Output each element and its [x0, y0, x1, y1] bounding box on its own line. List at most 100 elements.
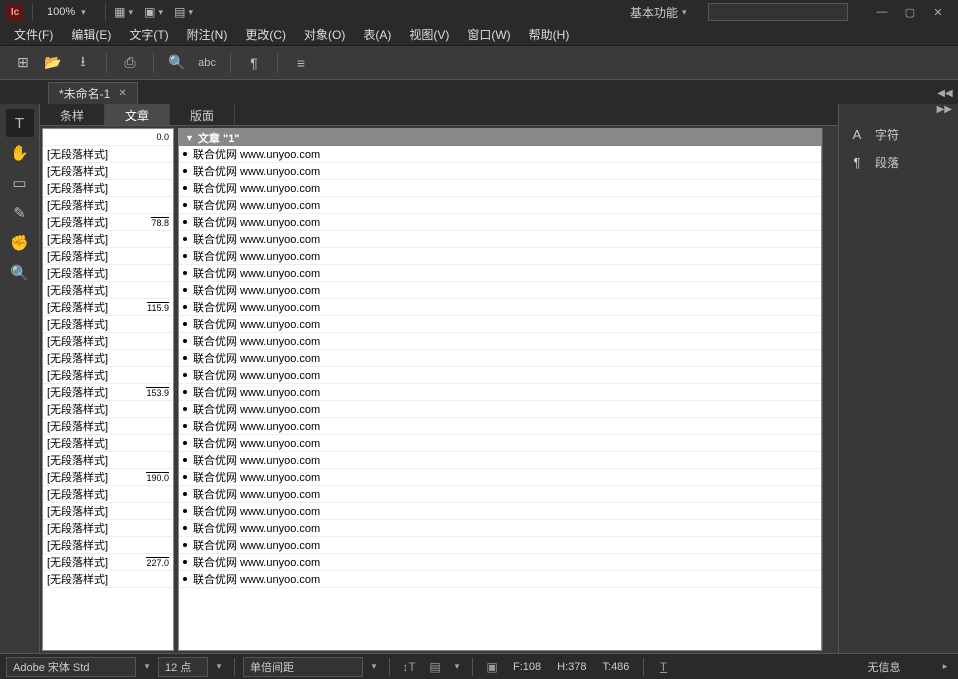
content-row[interactable]: 联合优网 www.unyoo.com: [179, 520, 821, 537]
save-icon[interactable]: ⭳: [70, 50, 96, 76]
content-row[interactable]: 联合优网 www.unyoo.com: [179, 571, 821, 588]
style-row[interactable]: [无段落样式]: [43, 265, 173, 282]
style-row[interactable]: [无段落样式]: [43, 316, 173, 333]
style-row[interactable]: [无段落样式]: [43, 282, 173, 299]
open-icon[interactable]: 📂: [40, 50, 66, 76]
content-row[interactable]: 联合优网 www.unyoo.com: [179, 554, 821, 571]
style-row[interactable]: [无段落样式]78.8: [43, 214, 173, 231]
chevron-down-icon[interactable]: ▾: [450, 661, 464, 672]
panel-item[interactable]: A字符: [839, 120, 958, 148]
content-row[interactable]: 联合优网 www.unyoo.com: [179, 367, 821, 384]
style-row[interactable]: [无段落样式]190.0: [43, 469, 173, 486]
menu-item[interactable]: 视图(V): [401, 24, 457, 45]
style-row[interactable]: [无段落样式]: [43, 197, 173, 214]
search-input[interactable]: [708, 3, 848, 21]
font-family-field[interactable]: Adobe 宋体 Std: [6, 657, 136, 677]
minimize-button[interactable]: —: [868, 2, 896, 22]
document-tab[interactable]: *未命名-1 ✕: [48, 82, 138, 104]
menu-item[interactable]: 帮助(H): [521, 24, 578, 45]
style-row[interactable]: [无段落样式]: [43, 146, 173, 163]
style-row[interactable]: [无段落样式]: [43, 163, 173, 180]
eyedropper-tool-icon[interactable]: ✎: [6, 199, 34, 227]
style-row[interactable]: [无段落样式]: [43, 231, 173, 248]
content-row[interactable]: 联合优网 www.unyoo.com: [179, 180, 821, 197]
style-row[interactable]: [无段落样式]: [43, 401, 173, 418]
style-row[interactable]: [无段落样式]: [43, 367, 173, 384]
zoom-level[interactable]: 100% ▾: [41, 6, 97, 18]
article-header[interactable]: ▼文章 "1": [179, 129, 821, 146]
content-row[interactable]: 联合优网 www.unyoo.com: [179, 435, 821, 452]
workspace-switcher[interactable]: 基本功能 ▾: [630, 4, 692, 21]
style-row[interactable]: [无段落样式]: [43, 248, 173, 265]
style-row[interactable]: [无段落样式]: [43, 180, 173, 197]
menu-item[interactable]: 对象(O): [296, 24, 353, 45]
content-row[interactable]: 联合优网 www.unyoo.com: [179, 333, 821, 350]
close-tab-icon[interactable]: ✕: [118, 88, 126, 99]
menu-item[interactable]: 文字(T): [121, 24, 176, 45]
style-row[interactable]: [无段落样式]: [43, 486, 173, 503]
panel-item[interactable]: ¶段落: [839, 148, 958, 176]
spellcheck-icon[interactable]: abc: [194, 50, 220, 76]
content-row[interactable]: 联合优网 www.unyoo.com: [179, 163, 821, 180]
note-tool-icon[interactable]: ▭: [6, 169, 34, 197]
view-mode-2-icon[interactable]: ▣▾: [144, 3, 166, 21]
print-icon[interactable]: ⎙: [117, 50, 143, 76]
menu-item[interactable]: 窗口(W): [459, 24, 518, 45]
content-row[interactable]: 联合优网 www.unyoo.com: [179, 486, 821, 503]
font-size-field[interactable]: 12 点: [158, 657, 208, 677]
style-row[interactable]: [无段落样式]: [43, 537, 173, 554]
pilcrow-icon[interactable]: ¶: [241, 50, 267, 76]
close-button[interactable]: ✕: [924, 2, 952, 22]
menu-item[interactable]: 编辑(E): [63, 24, 119, 45]
chevron-down-icon[interactable]: ▾: [212, 661, 226, 672]
style-row[interactable]: [无段落样式]115.9: [43, 299, 173, 316]
view-tab[interactable]: 条样: [40, 104, 105, 125]
content-row[interactable]: 联合优网 www.unyoo.com: [179, 452, 821, 469]
view-mode-3-icon[interactable]: ▤▾: [174, 3, 196, 21]
style-row[interactable]: [无段落样式]: [43, 571, 173, 588]
content-row[interactable]: 联合优网 www.unyoo.com: [179, 316, 821, 333]
expand-panels-icon[interactable]: ◀◀: [936, 82, 958, 104]
content-row[interactable]: 联合优网 www.unyoo.com: [179, 299, 821, 316]
menu-item[interactable]: 更改(C): [237, 24, 294, 45]
expand-right-panel-icon[interactable]: ▶▶: [839, 104, 958, 120]
content-row[interactable]: 联合优网 www.unyoo.com: [179, 537, 821, 554]
content-row[interactable]: 联合优网 www.unyoo.com: [179, 469, 821, 486]
content-row[interactable]: 联合优网 www.unyoo.com: [179, 231, 821, 248]
menu-item[interactable]: 表(A): [355, 24, 399, 45]
type-tool-icon[interactable]: T: [6, 109, 34, 137]
leading-field[interactable]: 单倍间距: [243, 657, 363, 677]
content-row[interactable]: 联合优网 www.unyoo.com: [179, 265, 821, 282]
content-row[interactable]: 联合优网 www.unyoo.com: [179, 350, 821, 367]
vertical-scale-icon[interactable]: ↕T: [398, 657, 420, 677]
block-icon[interactable]: ▣: [481, 657, 503, 677]
style-row[interactable]: [无段落样式]: [43, 503, 173, 520]
maximize-button[interactable]: ▢: [896, 2, 924, 22]
style-row[interactable]: [无段落样式]: [43, 520, 173, 537]
content-row[interactable]: 联合优网 www.unyoo.com: [179, 503, 821, 520]
chevron-right-icon[interactable]: ▸: [938, 661, 952, 672]
zoom-tool-icon[interactable]: 🔍: [6, 259, 34, 287]
new-icon[interactable]: ⊞: [10, 50, 36, 76]
content-row[interactable]: 联合优网 www.unyoo.com: [179, 248, 821, 265]
align-icon[interactable]: ▤: [424, 657, 446, 677]
content-row[interactable]: 联合优网 www.unyoo.com: [179, 384, 821, 401]
style-row[interactable]: [无段落样式]153.9: [43, 384, 173, 401]
content-row[interactable]: 联合优网 www.unyoo.com: [179, 282, 821, 299]
style-row[interactable]: [无段落样式]: [43, 452, 173, 469]
chevron-down-icon[interactable]: ▾: [367, 661, 381, 672]
chevron-down-icon[interactable]: ▾: [140, 661, 154, 672]
content-row[interactable]: 联合优网 www.unyoo.com: [179, 197, 821, 214]
grab-tool-icon[interactable]: ✊: [6, 229, 34, 257]
view-tab[interactable]: 版面: [170, 104, 235, 125]
menu-item[interactable]: 文件(F): [6, 24, 61, 45]
view-tab[interactable]: 文章: [105, 104, 170, 125]
underline-icon[interactable]: T: [652, 657, 674, 677]
search-icon[interactable]: 🔍: [164, 50, 190, 76]
vertical-scrollbar[interactable]: [822, 128, 836, 651]
menu-icon[interactable]: ≡: [288, 50, 314, 76]
menu-item[interactable]: 附注(N): [179, 24, 236, 45]
content-row[interactable]: 联合优网 www.unyoo.com: [179, 146, 821, 163]
content-row[interactable]: 联合优网 www.unyoo.com: [179, 418, 821, 435]
hand-tool-icon[interactable]: ✋: [6, 139, 34, 167]
